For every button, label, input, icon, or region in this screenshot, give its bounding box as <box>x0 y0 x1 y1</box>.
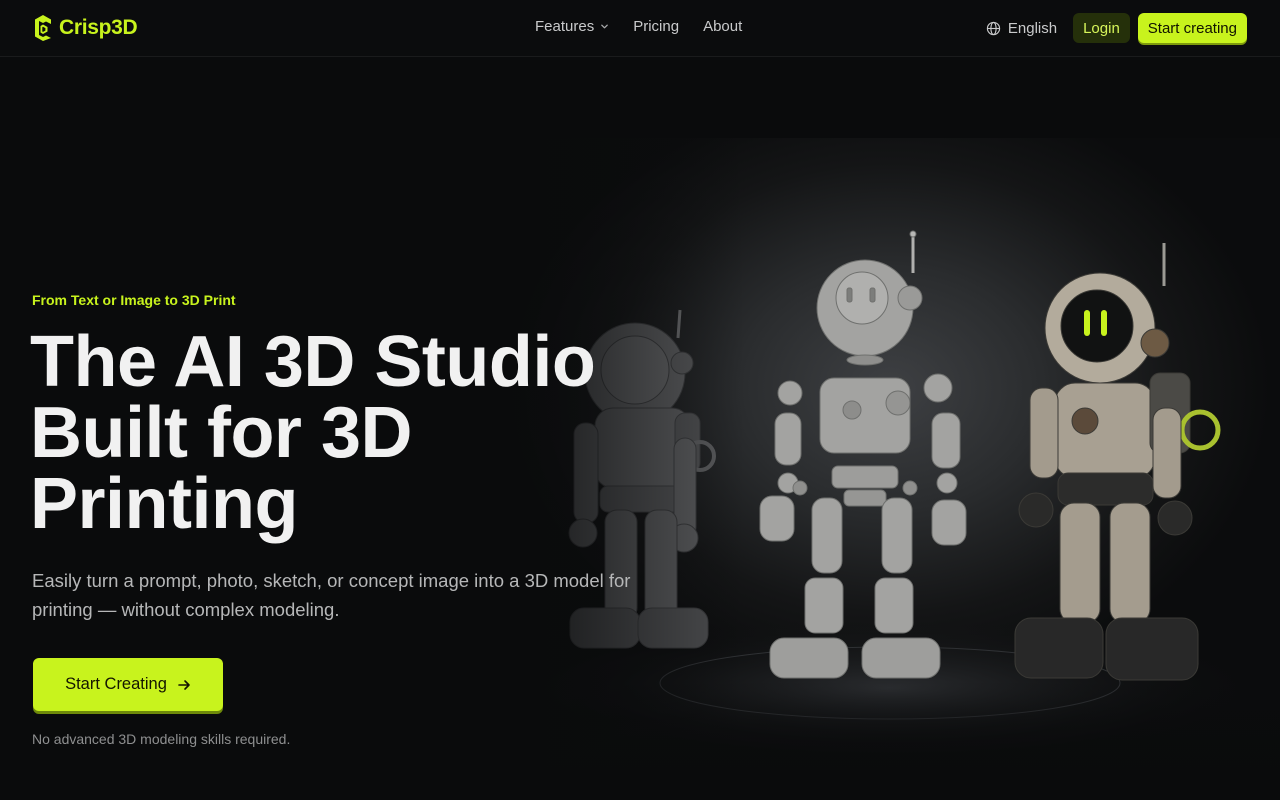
language-label: English <box>1007 19 1058 37</box>
hero-title-line-1: The AI 3D Studio <box>30 322 596 402</box>
start-creating-nav-button[interactable]: Start creating <box>1137 13 1247 43</box>
nav-pricing-label: Pricing <box>633 18 680 35</box>
main-nav: Features Pricing About <box>535 18 742 35</box>
start-creating-cta-button[interactable]: Start Creating <box>33 658 223 711</box>
top-navigation: Crisp3D Features Pricing About English L… <box>0 0 1280 57</box>
middle-robot <box>759 230 967 679</box>
arrow-right-icon <box>178 679 190 690</box>
nav-features-label: Features <box>535 18 595 35</box>
nav-actions: English Login Start creating <box>986 13 1247 43</box>
brand-name: Crisp3D <box>59 16 138 39</box>
login-button[interactable]: Login <box>1073 13 1130 43</box>
nav-about[interactable]: About <box>703 18 742 35</box>
nav-features[interactable]: Features <box>535 18 609 35</box>
landing-page: Crisp3D Features Pricing About English L… <box>0 0 1280 800</box>
chevron-down-icon <box>601 24 609 29</box>
brand-home-link[interactable]: Crisp3D <box>33 13 138 43</box>
hero-title-line-2: Built for 3D <box>30 393 412 473</box>
hero-title: The AI 3D Studio Built for 3D Printing <box>30 322 670 544</box>
language-selector[interactable]: English <box>986 20 1057 37</box>
crisp3d-logo-icon <box>35 15 51 41</box>
hero-note: No advanced 3D modeling skills required. <box>32 731 291 747</box>
hero-subtitle: Easily turn a prompt, photo, sketch, or … <box>32 570 631 620</box>
nav-pricing[interactable]: Pricing <box>633 18 679 35</box>
hero-title-line-3: Printing <box>30 464 298 544</box>
globe-icon <box>986 21 1001 35</box>
right-robot <box>1014 243 1221 681</box>
nav-about-label: About <box>703 18 743 35</box>
hero-eyebrow: From Text or Image to 3D Print <box>32 292 236 308</box>
cta-label: Start Creating <box>65 675 167 693</box>
